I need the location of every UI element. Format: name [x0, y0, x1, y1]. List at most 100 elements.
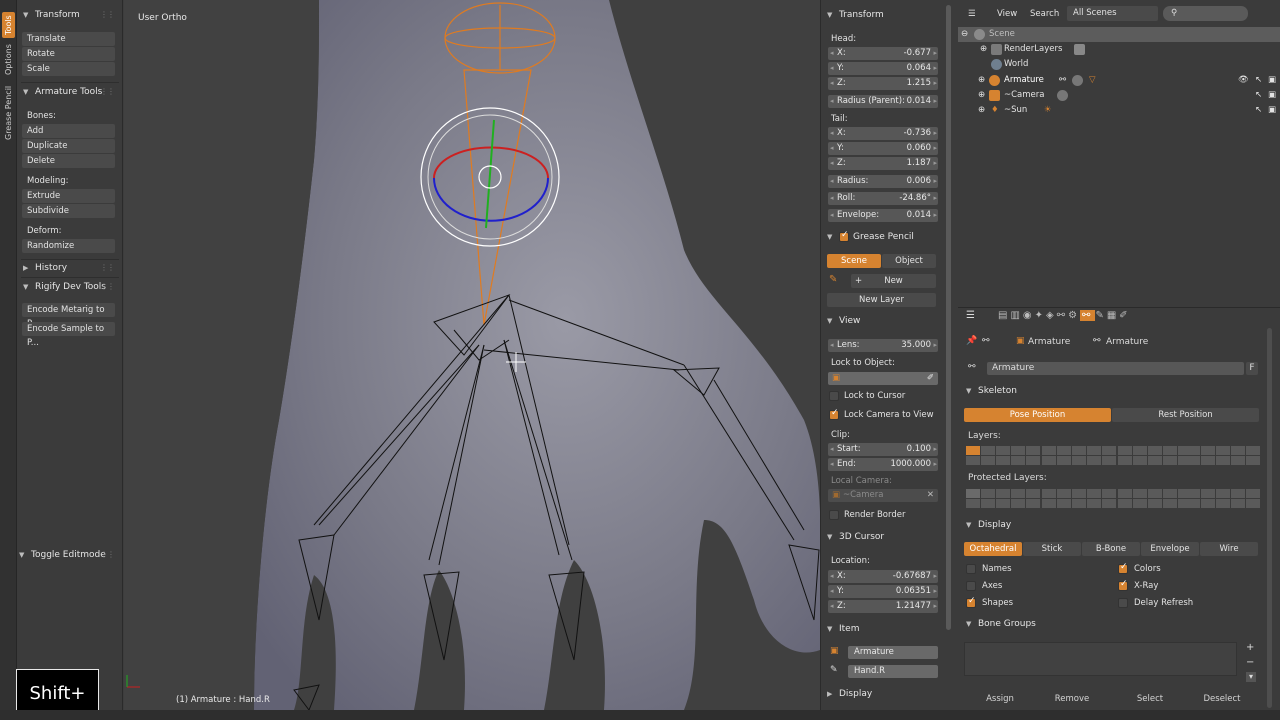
duplicate-button[interactable]: Duplicate	[22, 139, 115, 153]
protected-grid-3[interactable]	[1118, 489, 1192, 508]
head-z-field[interactable]: ◂ Z: 1.215 ▸	[828, 77, 938, 90]
armature-tab-icon[interactable]: ⚯	[1080, 310, 1096, 321]
assign-button[interactable]: Assign	[966, 694, 1034, 704]
bone-groups-header[interactable]: ▼ Bone Groups	[966, 619, 1036, 629]
item-header[interactable]: ▼ Item	[827, 624, 860, 634]
search-menu[interactable]: Search	[1030, 9, 1059, 19]
encode-sample-button[interactable]: Encode Sample to P...	[22, 322, 115, 348]
tab-grease-pencil[interactable]: Grease Pencil	[2, 84, 15, 142]
cursor-select-icon[interactable]: ↖	[1255, 88, 1262, 103]
eye-icon[interactable]: 👁	[1238, 73, 1249, 88]
render-icon[interactable]: ▣	[1268, 88, 1276, 103]
deselect-button[interactable]: Deselect	[1188, 694, 1256, 704]
lens-field[interactable]: ◂ Lens: 35.000 ▸	[828, 339, 938, 352]
grease-object-button[interactable]: Object	[882, 254, 936, 268]
drag-handle-icon[interactable]: ⋮⋮	[100, 550, 115, 559]
pose-position-button[interactable]: Pose Position	[964, 408, 1111, 422]
protected-grid-4[interactable]	[1186, 489, 1260, 508]
scrollbar[interactable]	[946, 5, 951, 630]
layers-grid-3[interactable]	[1118, 446, 1192, 465]
layers-grid-2[interactable]	[1042, 446, 1116, 465]
item-object-field[interactable]: Armature	[848, 646, 938, 659]
history-header[interactable]: ▶ History	[23, 263, 67, 273]
drag-handle-icon[interactable]: ⋮⋮	[100, 10, 115, 19]
transform-panel-header[interactable]: ▼ Transform	[23, 10, 80, 20]
remove-button[interactable]: Remove	[1038, 694, 1106, 704]
cursor-y-field[interactable]: ◂ Y: 0.06351 ▸	[828, 585, 938, 598]
cursor-z-field[interactable]: ◂ Z: 1.21477 ▸	[828, 600, 938, 613]
encode-metarig-button[interactable]: Encode Metarig to P...	[22, 303, 115, 329]
extrude-button[interactable]: Extrude	[22, 189, 115, 203]
clip-start-field[interactable]: ◂ Start: 0.100 ▸	[828, 443, 938, 456]
subdivide-button[interactable]: Subdivide	[22, 204, 115, 218]
display-header[interactable]: ▶ Display	[827, 689, 872, 699]
editor-type-icon[interactable]: ☰	[966, 310, 975, 321]
clip-end-field[interactable]: ◂ End: 1000.000 ▸	[828, 458, 938, 471]
cursor-select-icon[interactable]: ↖	[1255, 103, 1262, 118]
add-icon[interactable]: +	[1246, 642, 1254, 653]
axes-checkbox[interactable]	[966, 581, 976, 591]
names-checkbox[interactable]	[966, 564, 976, 574]
grease-scene-button[interactable]: Scene	[827, 254, 881, 268]
render-icon[interactable]: ▣	[1268, 73, 1276, 88]
3d-viewport[interactable]: User Ortho (1) Armature : Hand.R	[124, 0, 820, 710]
select-button[interactable]: Select	[1116, 694, 1184, 704]
drag-handle-icon[interactable]: ⋮⋮	[100, 87, 115, 96]
shapes-checkbox[interactable]	[966, 596, 976, 608]
outliner-row-camera[interactable]: ⊕ ~Camera ↖ ▣	[958, 88, 1280, 103]
armature-tools-header[interactable]: ▼ Armature Tools	[23, 87, 102, 97]
outliner-row-armature[interactable]: ⊕ Armature ⚯ ▽ 👁 ↖ ▣	[958, 73, 1280, 88]
display-header[interactable]: ▼ Display	[966, 520, 1011, 530]
layers-grid-4[interactable]	[1186, 446, 1260, 465]
wire-button[interactable]: Wire	[1200, 542, 1258, 556]
scrollbar[interactable]	[1267, 328, 1272, 708]
scenes-dropdown[interactable]: All Scenes	[1067, 6, 1158, 21]
octahedral-button[interactable]: Octahedral	[964, 542, 1022, 556]
render-border-checkbox[interactable]	[829, 510, 839, 520]
radius-parent-field[interactable]: ◂ Radius (Parent): 0.014 ▸	[828, 95, 938, 108]
editor-type-icon[interactable]: ☰	[968, 9, 976, 19]
head-x-field[interactable]: ◂ X: -0.677 ▸	[828, 47, 938, 60]
lock-object-field[interactable]: ▣ ✐	[828, 372, 938, 385]
colors-checkbox[interactable]	[1118, 562, 1128, 574]
delay-refresh-checkbox[interactable]	[1118, 598, 1128, 608]
cursor-x-field[interactable]: ◂ X: -0.67687 ▸	[828, 570, 938, 583]
render-icon[interactable]: ▣	[1268, 103, 1276, 118]
chevron-down-icon[interactable]: ▾	[1246, 672, 1256, 682]
drag-handle-icon[interactable]: ⋮⋮	[100, 282, 115, 291]
outliner-row-sun[interactable]: ⊕ ♦ ~Sun ☀ ↖ ▣	[958, 103, 1280, 118]
xray-checkbox[interactable]	[1118, 579, 1128, 591]
randomize-button[interactable]: Randomize	[22, 239, 115, 253]
tail-z-field[interactable]: ◂ Z: 1.187 ▸	[828, 157, 938, 170]
view-menu[interactable]: View	[997, 9, 1017, 19]
bone-groups-list[interactable]	[964, 642, 1237, 676]
cursor-select-icon[interactable]: ↖	[1255, 73, 1262, 88]
outliner-row-renderlayers[interactable]: ⊕ RenderLayers	[958, 42, 1280, 57]
outliner-row-world[interactable]: World	[958, 57, 1280, 72]
radius-field[interactable]: ◂ Radius: 0.006 ▸	[828, 175, 938, 188]
protected-grid-1[interactable]	[966, 489, 1040, 508]
lock-camera-checkbox[interactable]	[829, 408, 839, 420]
item-bone-field[interactable]: Hand.R	[848, 665, 938, 678]
envelope-field[interactable]: ◂ Envelope: 0.014 ▸	[828, 209, 938, 222]
rest-position-button[interactable]: Rest Position	[1112, 408, 1259, 422]
bbone-button[interactable]: B-Bone	[1082, 542, 1140, 556]
grease-pencil-header[interactable]: ▼Grease Pencil	[827, 230, 914, 242]
local-camera-field[interactable]: ▣ ~Camera ✕	[828, 489, 938, 502]
view-header[interactable]: ▼ View	[827, 316, 860, 326]
eyedropper-icon[interactable]: ✐	[927, 372, 934, 385]
stick-button[interactable]: Stick	[1023, 542, 1081, 556]
roll-field[interactable]: ◂ Roll: -24.86° ▸	[828, 192, 938, 205]
rotate-button[interactable]: Rotate	[22, 47, 115, 61]
tab-tools[interactable]: Tools	[2, 12, 15, 38]
drag-handle-icon[interactable]: ⋮⋮	[100, 263, 115, 272]
clear-icon[interactable]: ✕	[927, 489, 934, 502]
search-input[interactable]: ⚲	[1163, 6, 1248, 21]
skeleton-header[interactable]: ▼ Skeleton	[966, 386, 1017, 396]
layers-grid-1[interactable]	[966, 446, 1040, 465]
rigify-header[interactable]: ▼ Rigify Dev Tools	[23, 282, 106, 292]
tail-y-field[interactable]: ◂ Y: 0.060 ▸	[828, 142, 938, 155]
envelope-button[interactable]: Envelope	[1141, 542, 1199, 556]
grease-pencil-toggle[interactable]	[839, 230, 849, 242]
head-y-field[interactable]: ◂ Y: 0.064 ▸	[828, 62, 938, 75]
